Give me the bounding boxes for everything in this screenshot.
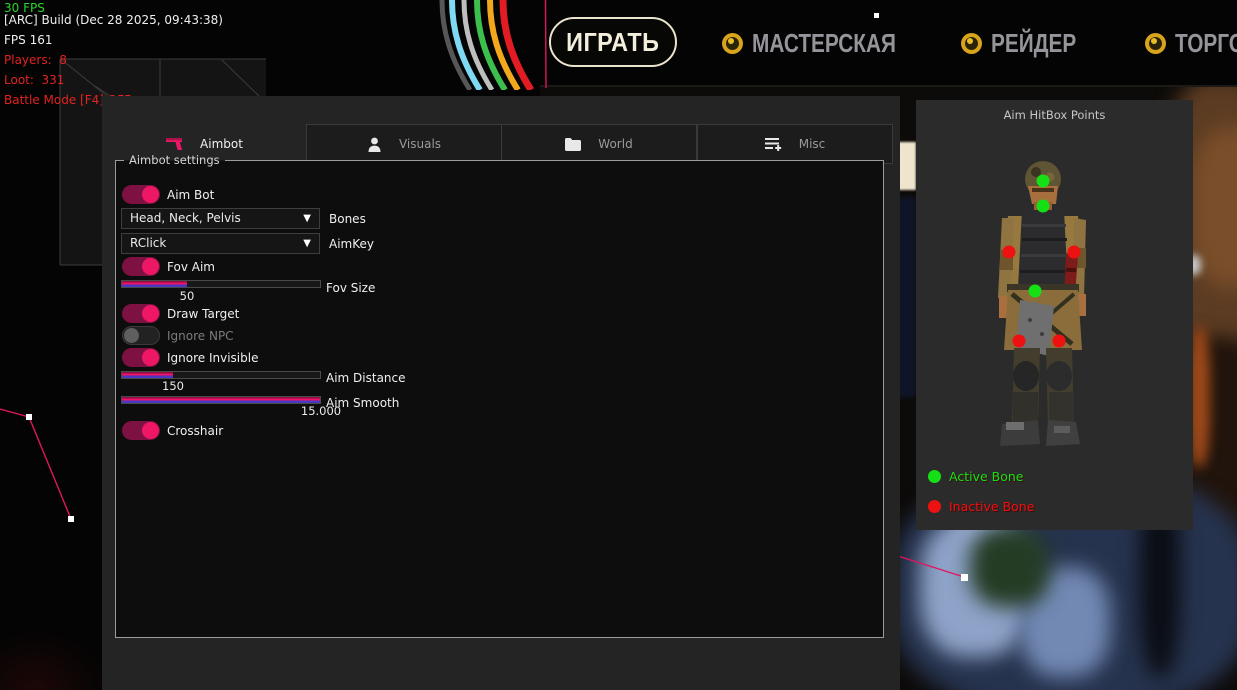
bones-label: Bones [329,212,366,226]
fov-aim-label: Fov Aim [167,260,215,274]
fov-aim-toggle[interactable] [122,257,160,276]
aimbot-settings-group: Aimbot settings Aim Bot Head, Neck, Pelv… [115,160,884,638]
hitbox-point-neck[interactable] [1037,200,1050,213]
chevron-down-icon: ▼ [303,209,311,228]
fov-size-fill [122,281,187,287]
build-info: [ARC] Build (Dec 28 2025, 09:43:38) [4,10,404,30]
fov-size-label: Fov Size [326,281,375,295]
tab-label: Visuals [399,137,441,151]
hitbox-panel: Aim HitBox Points [916,100,1193,530]
screen: 30 FPS [ARC] Build (Dec 28 2025, 09:43:3… [0,0,1237,690]
person-icon [367,137,382,152]
aimkey-label: AimKey [329,237,374,251]
aimkey-dropdown-value: RClick [130,236,166,250]
aimkey-dropdown[interactable]: RClick ▼ [121,233,320,254]
crosshair-label: Crosshair [167,424,223,438]
pistol-icon [165,137,183,152]
legend-active-bone: Active Bone [928,469,1023,484]
fps-counter: FPS 161 [4,30,404,50]
inactive-bone-label: Inactive Bone [949,499,1034,514]
active-bone-label: Active Bone [949,469,1023,484]
aim-bot-toggle[interactable] [122,185,160,204]
menu-item-trade[interactable]: ТОРГО [1145,28,1237,59]
players-counter: Players: 8 [4,50,404,70]
aim-distance-slider[interactable] [121,371,321,379]
hitbox-point-left-thigh[interactable] [1013,335,1026,348]
coin-icon [961,33,982,54]
legend-inactive-bone: Inactive Bone [928,499,1034,514]
rainbow-banner-art [428,0,558,90]
inactive-bone-dot [928,500,941,513]
aim-smooth-value: 15.000 [291,404,351,418]
aim-distance-fill [122,372,173,378]
aim-smooth-fill [122,397,320,403]
active-bone-dot [928,470,941,483]
hitbox-point-right-thigh[interactable] [1053,335,1066,348]
tab-label: Misc [799,137,826,151]
loot-counter: Loot: 331 [4,70,404,90]
crosshair-toggle[interactable] [122,421,160,440]
cheat-menu-panel: Aimbot Visuals World Misc [102,96,900,690]
corner-glow [0,630,110,690]
aim-bot-label: Aim Bot [167,188,214,202]
hitbox-dots [916,100,1193,530]
hitbox-point-pelvis[interactable] [1029,285,1042,298]
tab-label: Aimbot [200,137,243,151]
coin-icon [722,33,743,54]
draw-target-toggle[interactable] [122,304,160,323]
play-button[interactable]: ИГРАТЬ [549,17,677,67]
play-button-label: ИГРАТЬ [566,27,659,58]
hitbox-point-right-shoulder[interactable] [1068,246,1081,259]
folder-icon [565,138,581,151]
menu-item-label: МАСТЕРСКАЯ [752,28,896,59]
bones-dropdown[interactable]: Head, Neck, Pelvis ▼ [121,208,320,229]
tab-visuals[interactable]: Visuals [306,124,502,164]
aim-smooth-slider[interactable] [121,396,321,404]
aim-distance-value: 150 [153,379,193,393]
menu-item-label: ТОРГО [1175,28,1237,59]
playlist-add-icon [765,137,782,151]
ignore-invisible-toggle[interactable] [122,348,160,367]
bones-dropdown-value: Head, Neck, Pelvis [130,211,241,225]
fov-size-slider[interactable] [121,280,321,288]
coin-icon [1145,33,1166,54]
tab-misc[interactable]: Misc [697,124,893,164]
aim-distance-label: Aim Distance [326,371,406,385]
menu-item-label: РЕЙДЕР [991,28,1076,59]
group-title: Aimbot settings [124,153,225,168]
ignore-npc-label: Ignore NPC [167,329,234,343]
menu-item-workshop[interactable]: МАСТЕРСКАЯ [722,28,932,59]
chevron-down-icon: ▼ [303,234,311,253]
draw-target-label: Draw Target [167,307,239,321]
hitbox-point-head[interactable] [1037,175,1050,188]
tab-label: World [598,137,632,151]
ignore-invisible-label: Ignore Invisible [167,351,258,365]
menu-item-raider[interactable]: РЕЙДЕР [961,28,1098,59]
hitbox-point-left-shoulder[interactable] [1003,246,1016,259]
fov-size-value: 50 [167,289,207,303]
tab-world[interactable]: World [501,124,697,164]
ignore-npc-toggle[interactable] [122,326,160,345]
